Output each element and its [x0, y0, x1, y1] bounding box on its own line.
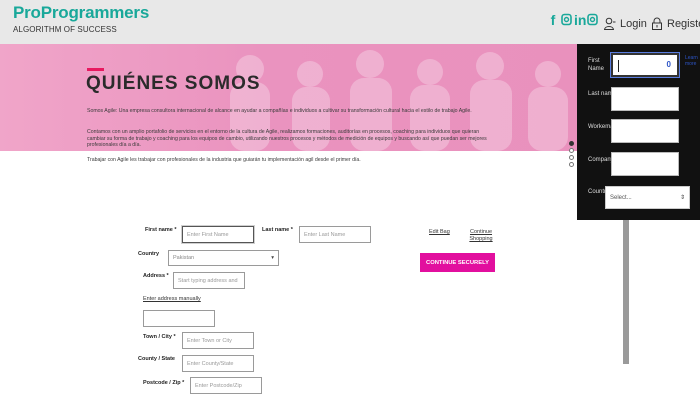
country-label: Country — [138, 251, 160, 257]
address-input[interactable]: Start typing address and — [173, 272, 245, 289]
character-counter: 0 — [666, 60, 671, 69]
login-label: Login — [620, 17, 647, 30]
town-city-input[interactable]: Enter Town or City — [182, 332, 254, 349]
text-caret — [618, 60, 619, 72]
country-value: Pakistan — [173, 255, 195, 261]
brand-subtitle: ALGORITHM OF SUCCESS — [13, 25, 117, 34]
facebook-icon[interactable]: f — [548, 13, 558, 28]
manual-address-input[interactable] — [143, 310, 215, 327]
panel-company-input[interactable] — [611, 152, 679, 176]
chevron-updown-icon: ⇕ — [679, 195, 685, 201]
town-city-label: Town / City * — [143, 334, 176, 340]
page-scrollbar[interactable] — [623, 220, 629, 364]
site-header: ProProgrammers ALGORITHM OF SUCCESS f in… — [0, 0, 700, 44]
page: ProProgrammers ALGORITHM OF SUCCESS f in… — [0, 0, 700, 400]
hero-paragraph-3: Trabajar con Agile les trabajar con prof… — [87, 157, 361, 163]
title-accent-bar — [87, 68, 104, 71]
hero-title: QUIÉNES SOMOS — [86, 73, 261, 94]
register-link[interactable]: Register — [651, 17, 700, 30]
county-state-label: County / State — [138, 356, 175, 362]
panel-company-label: Company — [588, 157, 614, 163]
hero-banner: QUIÉNES SOMOS Somos Agile: Una empresa c… — [0, 44, 577, 151]
panel-side-link[interactable]: Learn more — [685, 55, 700, 67]
edit-bag-link[interactable]: Edit Bag — [429, 229, 450, 235]
lock-icon — [652, 17, 662, 30]
last-name-input[interactable]: Enter Last Name — [299, 226, 371, 243]
panel-country-value: Select... — [610, 194, 632, 201]
panel-first-name-label: First Name — [588, 58, 605, 72]
panel-last-name-input[interactable] — [611, 87, 679, 111]
linkedin-icon[interactable]: in — [574, 13, 586, 28]
slider-dot[interactable] — [569, 162, 574, 167]
slider-dot[interactable] — [569, 155, 574, 160]
slider-dots — [569, 141, 574, 167]
hero-paragraph-2: Contamos con un amplio portafolio de ser… — [87, 129, 487, 149]
last-name-label: Last name * — [262, 227, 293, 233]
slider-dot[interactable] — [569, 148, 574, 153]
continue-securely-button[interactable]: CONTINUE SECURELY — [420, 253, 495, 272]
first-name-label: First name * — [145, 227, 177, 233]
social-links: f in — [548, 13, 598, 28]
user-icon — [604, 17, 616, 30]
postcode-label: Postcode / Zip * — [143, 380, 185, 386]
hero-paragraph-1: Somos Agile: Una empresa consultora inte… — [87, 108, 472, 114]
panel-work-email-input[interactable] — [611, 119, 679, 143]
chevron-down-icon: ▾ — [271, 255, 274, 261]
panel-country-select[interactable]: Select... ⇕ — [605, 186, 690, 209]
first-name-input[interactable]: Enter First Name — [182, 226, 254, 243]
enter-address-manually-link[interactable]: Enter address manually — [143, 296, 201, 302]
login-link[interactable]: Login — [604, 17, 647, 30]
continue-shopping-link[interactable]: Continue Shopping — [467, 229, 495, 243]
slider-dot[interactable] — [569, 141, 574, 146]
address-label: Address * — [143, 273, 169, 279]
postcode-input[interactable]: Enter Postcode/Zip — [190, 377, 262, 394]
brand-title[interactable]: ProProgrammers — [13, 3, 149, 23]
country-select[interactable]: Pakistan ▾ — [168, 250, 279, 266]
contact-panel: First Name 0 Learn more Last name Workem… — [577, 44, 700, 220]
instagram-icon[interactable] — [561, 13, 572, 28]
county-state-input[interactable]: Enter County/State — [182, 355, 254, 372]
panel-first-name-input[interactable]: 0 — [611, 53, 679, 77]
instagram-icon[interactable] — [587, 13, 598, 28]
register-label: Register — [667, 17, 700, 30]
